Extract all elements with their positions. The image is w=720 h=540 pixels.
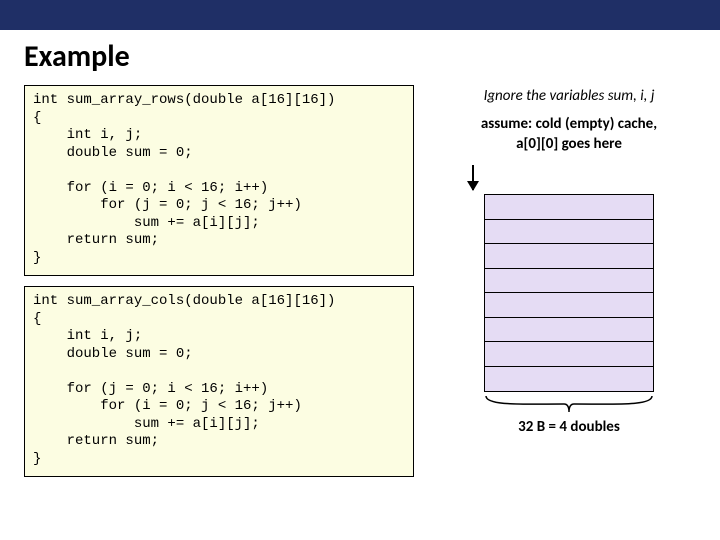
slide-title: Example bbox=[0, 30, 720, 85]
cache-slot bbox=[484, 317, 654, 343]
note-assume-line2: a[0][0] goes here bbox=[516, 135, 622, 153]
brace-label: 32 B = 4 doubles bbox=[518, 418, 620, 436]
cache-slot bbox=[484, 366, 654, 392]
arrow-wrapper bbox=[472, 155, 474, 194]
cache-slot bbox=[484, 194, 654, 220]
cache-diagram: 32 B = 4 doubles bbox=[484, 194, 654, 436]
note-ignore-vars: Ignore the variables sum, i, j bbox=[484, 87, 655, 105]
cache-slot bbox=[484, 219, 654, 245]
cache-slot bbox=[484, 268, 654, 294]
note-assume-line1: assume: cold (empty) cache, bbox=[481, 115, 657, 133]
code-block-cols: int sum_array_cols(double a[16][16]) { i… bbox=[24, 286, 414, 477]
down-arrow-icon bbox=[472, 165, 474, 190]
content-area: int sum_array_rows(double a[16][16]) { i… bbox=[0, 85, 720, 477]
code-column: int sum_array_rows(double a[16][16]) { i… bbox=[24, 85, 414, 477]
top-accent-bar bbox=[0, 0, 720, 30]
cache-slot bbox=[484, 292, 654, 318]
curly-brace-icon bbox=[484, 394, 654, 416]
annotation-column: Ignore the variables sum, i, j assume: c… bbox=[442, 85, 696, 477]
code-block-rows: int sum_array_rows(double a[16][16]) { i… bbox=[24, 85, 414, 276]
cache-slot bbox=[484, 341, 654, 367]
cache-slot bbox=[484, 243, 654, 269]
